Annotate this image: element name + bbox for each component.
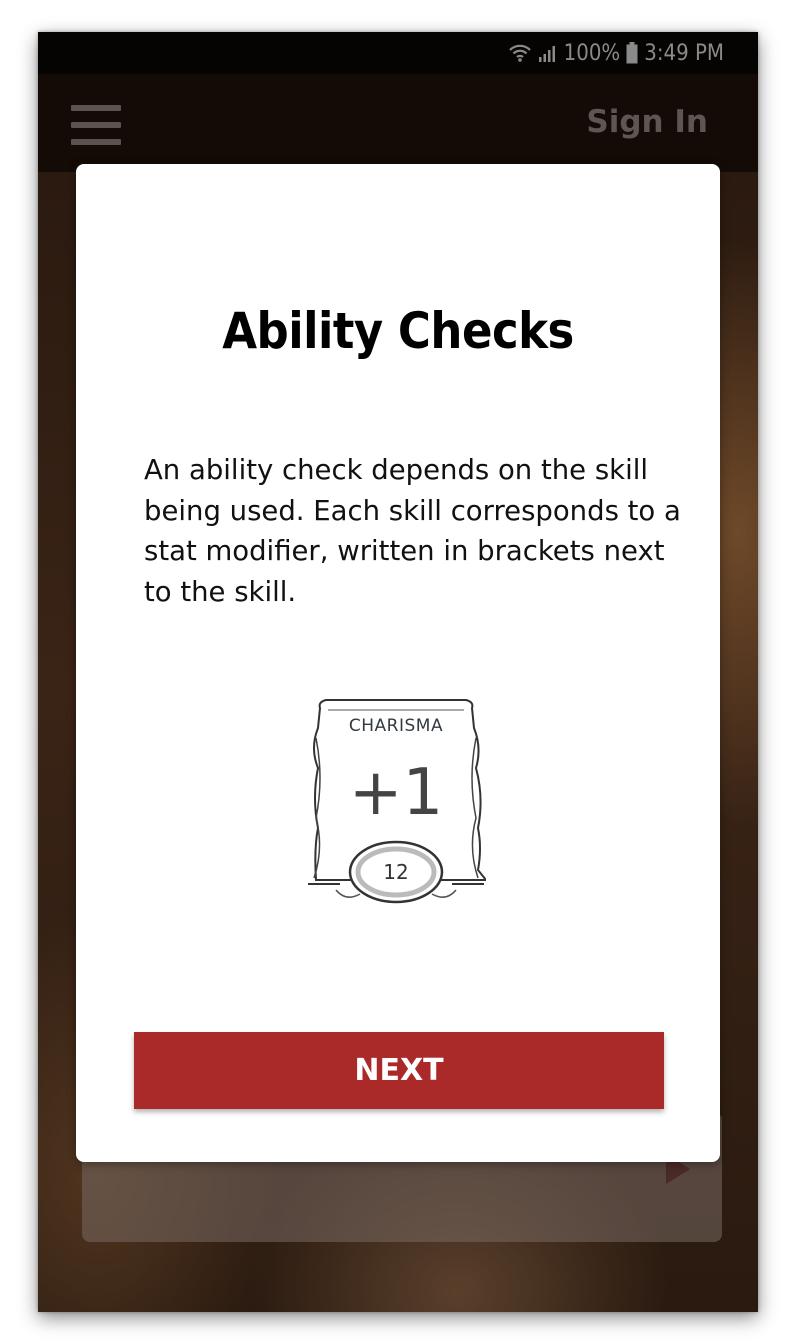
battery-icon [626,42,638,64]
sign-in-link[interactable]: Sign In [586,104,708,140]
ability-checks-dialog: Ability Checks An ability check depends … [76,164,720,1162]
wifi-icon [508,44,531,62]
battery-percent: 100% [563,40,621,66]
stat-label: CHARISMA [348,716,444,736]
charisma-stat-card: CHARISMA +1 12 [306,698,486,912]
stat-modifier: +1 [348,756,444,830]
stat-score: 12 [383,860,409,884]
next-button[interactable]: NEXT [134,1032,664,1109]
signal-icon [538,46,555,62]
dialog-body-text: An ability check depends on the skill be… [144,454,681,608]
dialog-title: Ability Checks [222,302,574,360]
hamburger-menu-icon[interactable] [71,105,121,145]
app-bar: Sign In [38,74,758,172]
status-bar: 100% 3:49 PM [38,32,758,74]
clock: 3:49 PM [644,40,724,66]
phone-screen: 100% 3:49 PM Sign In Ability Checks An a… [38,32,758,1312]
